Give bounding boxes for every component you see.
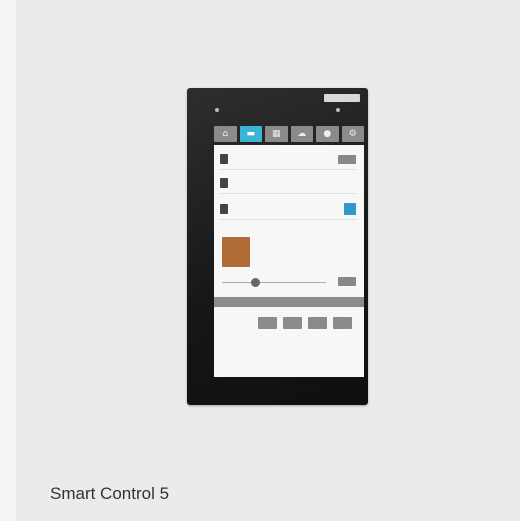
phone-icon [220, 178, 228, 188]
smart-control-device-image: ⌂ ▬ ▦ ☁ ● ⚙ [187, 88, 368, 405]
slider-knob [251, 277, 261, 287]
device-row-phone [220, 173, 356, 194]
playback-controls [258, 317, 358, 329]
intercom-icon [220, 154, 228, 164]
repeat-button [333, 317, 352, 329]
media-player-icon [220, 204, 228, 214]
left-frame-strip [0, 0, 16, 521]
call-button [338, 154, 356, 164]
previous-button [258, 317, 277, 329]
device-row-intercom [220, 149, 356, 170]
mute-button [338, 277, 356, 286]
slider-track [222, 277, 326, 287]
media-icon: ▬ [239, 126, 262, 142]
status-dot-icon [215, 108, 219, 112]
cloud-icon: ☁ [290, 126, 313, 142]
status-indicator [338, 179, 356, 188]
lock-icon: ● [316, 126, 339, 142]
device-screen [214, 145, 364, 377]
volume-slider [222, 277, 326, 287]
play-pause-button [283, 317, 302, 329]
now-playing-panel [222, 237, 356, 271]
calendar-icon: ▦ [265, 126, 288, 142]
status-dot-icon [336, 108, 340, 112]
product-card[interactable]: ⌂ ▬ ▦ ☁ ● ⚙ Smart Control 5 [16, 0, 520, 521]
settings-icon: ⚙ [341, 126, 364, 142]
home-icon: ⌂ [214, 126, 237, 142]
product-caption[interactable]: Smart Control 5 [50, 484, 169, 504]
device-row-media [220, 199, 356, 220]
play-button [344, 203, 356, 215]
next-button [308, 317, 327, 329]
album-art-thumbnail [222, 237, 250, 267]
device-tab-bar: ⌂ ▬ ▦ ☁ ● ⚙ [214, 126, 364, 142]
device-logo-plate [324, 94, 360, 102]
device-status-bar [215, 106, 340, 114]
section-header-bar [214, 297, 364, 307]
